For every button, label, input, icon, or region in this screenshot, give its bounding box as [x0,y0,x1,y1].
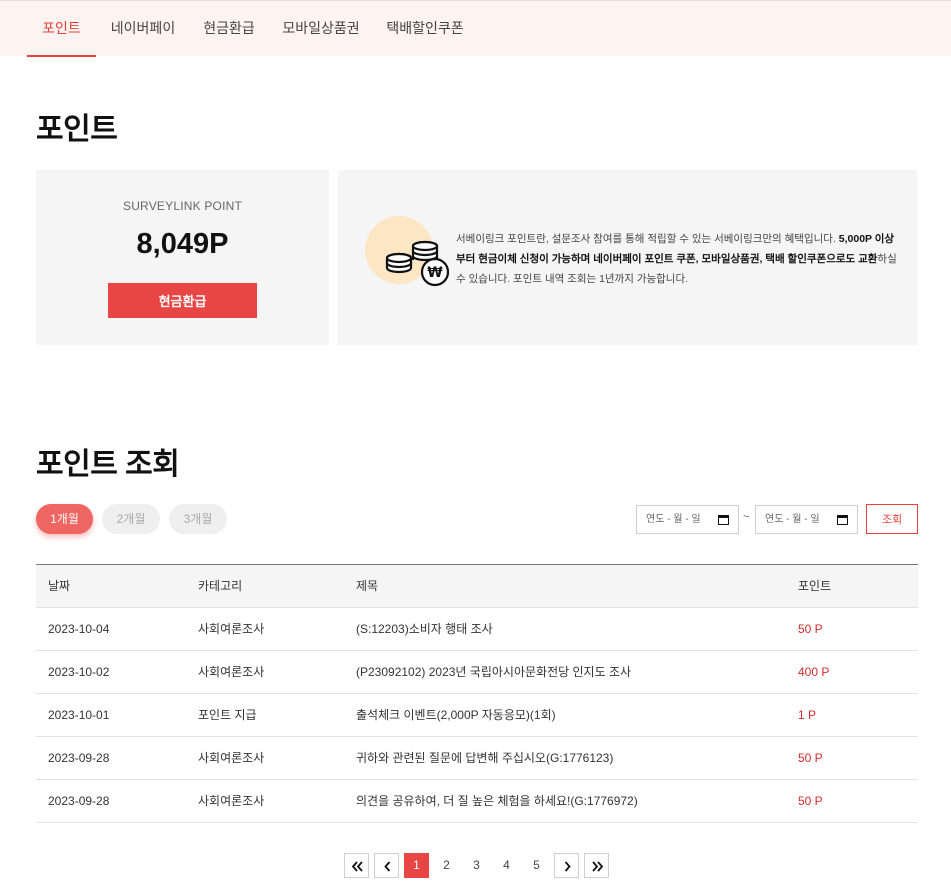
header-category: 카테고리 [198,579,243,593]
last-page-button[interactable] [584,853,609,878]
history-title: 포인트 조회 [36,448,180,481]
coins-stack-icon: ₩ [385,240,450,287]
date-range-separator: ~ [743,511,750,523]
header-point: 포인트 [798,579,832,593]
top-tab-bar: 포인트 네이버페이 현금환급 모바일상품권 택배할인쿠폰 [0,0,951,57]
double-chevron-left-icon [351,861,363,872]
row-title: 출석체크 이벤트(2,000P 자동응모)(1회) [356,708,556,722]
double-chevron-right-icon [592,861,604,872]
cash-refund-button[interactable]: 현금환급 [108,283,257,318]
point-balance-value: 8,049P [136,228,229,260]
point-balance-label: SURVEYLINK POINT [122,199,242,213]
page-2[interactable]: 2 [434,853,459,878]
page-3[interactable]: 3 [464,853,489,878]
header-title: 제목 [356,579,379,593]
page-1[interactable]: 1 [404,853,429,878]
date-to-input[interactable]: 연도 - 월 - 일 [755,505,858,534]
tab-point[interactable]: 포인트 [27,1,96,57]
row-category: 포인트 지급 [198,708,257,722]
row-category: 사회여론조사 [198,751,265,765]
svg-text:₩: ₩ [427,265,443,281]
calendar-icon[interactable] [718,514,729,525]
tab-naverpay[interactable]: 네이버페이 [107,1,179,57]
row-date: 2023-09-28 [48,794,110,808]
row-date: 2023-10-04 [48,622,110,636]
row-title: (P23092102) 2023년 국립아시아문화전당 인지도 조사 [356,665,632,679]
date-from-placeholder: 연도 - 월 - 일 [646,514,701,525]
period-1month-button[interactable]: 1개월 [36,504,93,534]
row-point: 50 P [798,751,823,765]
tab-mobile-giftcard[interactable]: 모바일상품권 [278,1,364,57]
row-point: 1 P [798,708,817,722]
row-category: 사회여론조사 [198,794,265,808]
row-category: 사회여론조사 [198,622,265,636]
table-header-row: 날짜 카테고리 제목 포인트 [36,565,918,608]
table-row: 2023-09-28 사회여론조사 귀하와 관련된 질문에 답변해 주십시오(G… [36,737,918,780]
row-date: 2023-10-02 [48,665,110,679]
prev-page-button[interactable] [374,853,399,878]
header-date: 날짜 [48,579,71,593]
row-point: 50 P [798,794,823,808]
page-title: 포인트 [36,113,118,146]
search-button[interactable]: 조회 [866,504,918,534]
point-history-table: 날짜 카테고리 제목 포인트 2023-10-04 사회여론조사 (S:1220… [36,564,918,823]
tab-cash-refund[interactable]: 현금환급 [197,1,261,57]
table-row: 2023-09-28 사회여론조사 의견을 공유하여, 더 질 높은 체험을 하… [36,780,918,823]
date-to-placeholder: 연도 - 월 - 일 [765,514,820,525]
table-row: 2023-10-04 사회여론조사 (S:12203)소비자 행태 조사 50 … [36,608,918,651]
row-date: 2023-09-28 [48,751,110,765]
page-5[interactable]: 5 [524,853,549,878]
coins-won-icon: ₩ [365,216,450,287]
row-date: 2023-10-01 [48,708,110,722]
chevron-right-icon [564,861,571,872]
date-from-input[interactable]: 연도 - 월 - 일 [636,505,739,534]
first-page-button[interactable] [344,853,369,878]
point-balance-card: SURVEYLINK POINT 8,049P 현금환급 [36,170,329,345]
table-row: 2023-10-01 포인트 지급 출석체크 이벤트(2,000P 자동응모)(… [36,694,918,737]
period-2month-button[interactable]: 2개월 [102,504,160,534]
tab-delivery-coupon[interactable]: 택배할인쿠폰 [381,1,469,57]
row-title: 귀하와 관련된 질문에 답변해 주십시오(G:1776123) [356,751,614,765]
page-4[interactable]: 4 [494,853,519,878]
calendar-icon[interactable] [837,514,848,525]
row-category: 사회여론조사 [198,665,265,679]
table-row: 2023-10-02 사회여론조사 (P23092102) 2023년 국립아시… [36,651,918,694]
row-title: 의견을 공유하여, 더 질 높은 체험을 하세요!(G:1776972) [356,794,638,808]
point-description-text: 서베이링크 포인트란, 설문조사 참여를 통해 적립할 수 있는 서베이링크만의… [456,233,839,245]
row-point: 50 P [798,622,823,636]
row-title: (S:12203)소비자 행태 조사 [356,622,493,636]
next-page-button[interactable] [554,853,579,878]
chevron-left-icon [384,861,391,872]
period-3month-button[interactable]: 3개월 [169,504,227,534]
row-point: 400 P [798,665,830,679]
point-description: 서베이링크 포인트란, 설문조사 참여를 통해 적립할 수 있는 서베이링크만의… [456,229,901,289]
point-info-card: ₩ 서베이링크 포인트란, 설문조사 참여를 통해 적립할 수 있는 서베이링크… [338,170,917,345]
